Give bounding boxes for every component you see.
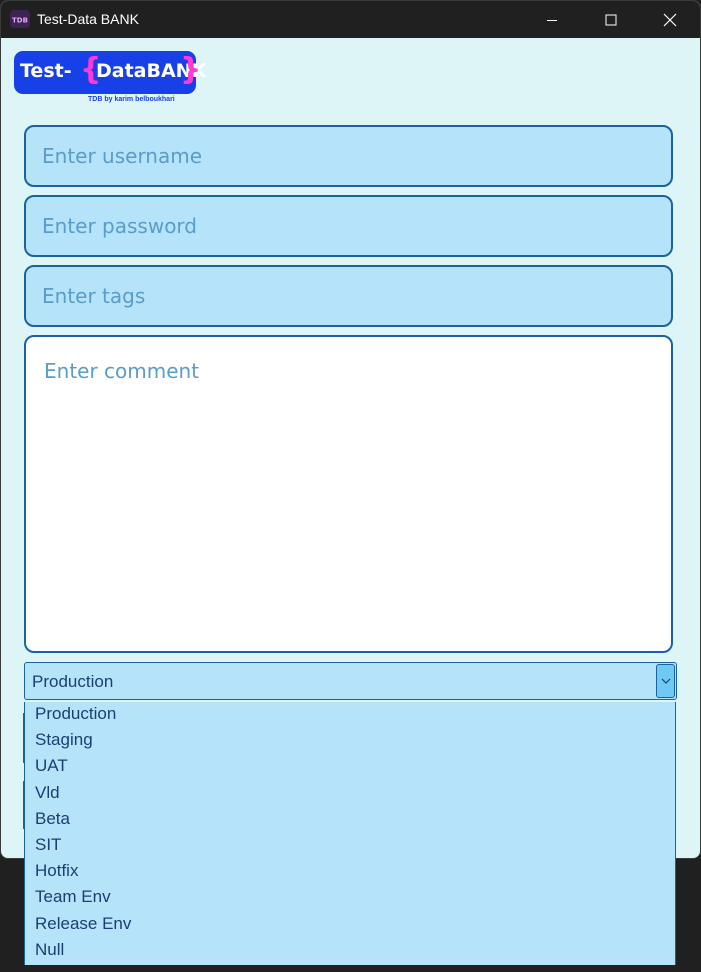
environment-option[interactable]: SIT	[25, 833, 675, 859]
environment-selected-value: Production	[32, 672, 114, 691]
logo-text-test: Test-	[20, 60, 72, 82]
environment-options-list: Production Staging UAT Vld Beta SIT Hotf…	[24, 702, 676, 965]
tags-input[interactable]	[24, 265, 673, 327]
close-button[interactable]	[641, 1, 699, 38]
environment-option[interactable]: Vld	[25, 781, 675, 807]
app-logo-icon: TDB	[10, 10, 30, 28]
maximize-icon	[605, 14, 617, 25]
comment-textarea[interactable]	[24, 335, 673, 653]
environment-select[interactable]: Production	[24, 662, 677, 700]
title-bar[interactable]: TDB Test-Data BANK	[1, 1, 700, 38]
environment-option[interactable]: Release Env	[25, 912, 675, 938]
close-icon	[663, 13, 677, 26]
minimize-icon	[547, 19, 557, 21]
svg-text:TDB: TDB	[12, 17, 28, 25]
environment-option[interactable]: Production	[25, 702, 675, 728]
environment-dropdown-toggle[interactable]	[656, 664, 675, 698]
environment-option[interactable]: Hotfix	[25, 859, 675, 885]
window-title: Test-Data BANK	[37, 11, 139, 27]
brand-logo: Test- { DataBANK }	[14, 51, 206, 94]
environment-option[interactable]: Beta	[25, 807, 675, 833]
logo-tagline: TDB by karim belboukhari	[88, 96, 175, 103]
environment-option[interactable]: Null	[25, 938, 675, 964]
maximize-button[interactable]	[582, 1, 640, 38]
logo-brace-close: }	[180, 52, 202, 87]
environment-option[interactable]: UAT	[25, 754, 675, 780]
password-input[interactable]	[24, 195, 673, 257]
environment-option[interactable]: Team Env	[25, 885, 675, 911]
username-input[interactable]	[24, 125, 673, 187]
chevron-down-icon	[661, 678, 670, 684]
environment-option[interactable]: Staging	[25, 728, 675, 754]
minimize-button[interactable]	[523, 1, 581, 38]
